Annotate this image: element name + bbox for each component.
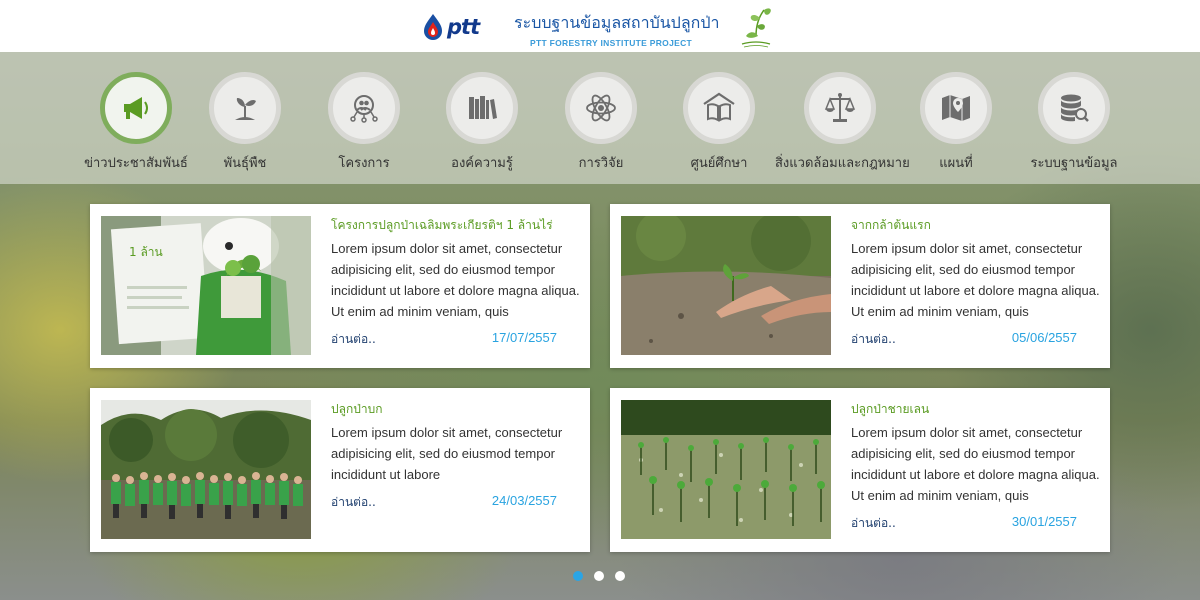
nav-item-plants[interactable]: พันธุ์พืช — [180, 72, 310, 173]
news-card: 1 ล้าน โครงการปลูกป่าเฉลิมพระเกียรติฯ 1 … — [90, 204, 590, 368]
nav-label: ศูนย์ศึกษา — [690, 156, 748, 171]
book-house-icon — [703, 92, 735, 122]
read-more-link[interactable]: อ่านต่อ.. — [851, 514, 896, 533]
main-nav: ข่าวประชาสัมพันธ์ พันธุ์พืช โครงการ องค์… — [0, 52, 1200, 184]
ptt-brand-text: ptt — [447, 15, 480, 39]
news-footer: อ่านต่อ.. 05/06/2557 — [851, 330, 1077, 349]
atom-icon — [586, 94, 616, 122]
nav-circle — [446, 72, 518, 144]
news-card-body: ปลูกป่าบก Lorem ipsum dolor sit amet, co… — [331, 400, 581, 512]
nav-label: องค์ความรู้ — [451, 156, 513, 171]
nav-item-database[interactable]: ระบบฐานข้อมูล — [1009, 72, 1139, 173]
nav-item-knowledge[interactable]: องค์ความรู้ — [417, 72, 547, 173]
news-thumbnail[interactable] — [621, 400, 831, 539]
books-icon — [469, 96, 497, 119]
nav-circle — [209, 72, 281, 144]
megaphone-icon — [124, 97, 148, 119]
news-excerpt: Lorem ipsum dolor sit amet, consectetur … — [331, 425, 563, 482]
nav-circle — [920, 72, 992, 144]
read-more-link[interactable]: อ่านต่อ.. — [331, 493, 376, 512]
nav-circle — [328, 72, 400, 144]
nav-item-map[interactable]: แผนที่ — [891, 72, 1021, 173]
news-title[interactable]: ปลูกป่าบก — [331, 400, 581, 419]
news-thumbnail[interactable] — [621, 216, 831, 355]
news-footer: อ่านต่อ.. 24/03/2557 — [331, 493, 557, 512]
nav-circle — [565, 72, 637, 144]
news-footer: อ่านต่อ.. 17/07/2557 — [331, 330, 557, 349]
news-date: 24/03/2557 — [491, 493, 557, 508]
news-photo-group-forest — [101, 400, 311, 539]
site-subtitle: PTT FORESTRY INSTITUTE PROJECT — [530, 38, 693, 48]
nav-item-research[interactable]: การวิจัย — [536, 72, 666, 173]
read-more-link[interactable]: อ่านต่อ.. — [851, 330, 896, 349]
news-card-body: จากกล้าต้นแรก Lorem ipsum dolor sit amet… — [851, 216, 1101, 349]
nav-item-environment-law[interactable]: สิ่งแวดล้อมและกฎหมาย — [775, 72, 910, 173]
page-dot-1[interactable] — [573, 571, 583, 581]
site-header: ptt ระบบฐานข้อมูลสถาบันปลูกป่า PTT FORES… — [0, 0, 1200, 52]
nav-circle — [1038, 72, 1110, 144]
nav-circle — [100, 72, 172, 144]
news-title[interactable]: ปลูกป่าชายเลน — [851, 400, 1101, 419]
news-title[interactable]: จากกล้าต้นแรก — [851, 216, 1101, 235]
sprout-icon — [235, 98, 256, 120]
nav-label: ระบบฐานข้อมูล — [1030, 156, 1118, 171]
forestry-institute-logo-icon — [741, 8, 771, 48]
news-card: จากกล้าต้นแรก Lorem ipsum dolor sit amet… — [610, 204, 1110, 368]
news-card: ปลูกป่าบก Lorem ipsum dolor sit amet, co… — [90, 388, 590, 552]
news-date: 30/01/2557 — [1011, 514, 1077, 529]
svg-text:1 ล้าน: 1 ล้าน — [129, 245, 163, 259]
news-photo-mascot: 1 ล้าน — [101, 216, 311, 355]
news-card: ปลูกป่าชายเลน Lorem ipsum dolor sit amet… — [610, 388, 1110, 552]
news-excerpt: Lorem ipsum dolor sit amet, consectetur … — [851, 241, 1100, 319]
news-thumbnail[interactable]: 1 ล้าน — [101, 216, 311, 355]
site-title: ระบบฐานข้อมูลสถาบันปลูกป่า — [514, 13, 720, 32]
read-more-link[interactable]: อ่านต่อ.. — [331, 330, 376, 349]
news-date: 17/07/2557 — [491, 330, 557, 345]
news-photo-seedling — [621, 216, 831, 355]
nav-item-projects[interactable]: โครงการ — [299, 72, 429, 173]
nav-label: การวิจัย — [578, 156, 624, 171]
ptt-flame-icon — [424, 14, 442, 40]
scales-icon — [824, 93, 856, 122]
nav-circle — [804, 72, 876, 144]
nav-circle — [683, 72, 755, 144]
news-card-body: ปลูกป่าชายเลน Lorem ipsum dolor sit amet… — [851, 400, 1101, 533]
page-dot-3[interactable] — [615, 571, 625, 581]
news-date: 05/06/2557 — [1011, 330, 1077, 345]
news-photo-mangrove — [621, 400, 831, 539]
map-pin-icon — [942, 95, 970, 121]
ptt-logo[interactable]: ptt — [422, 12, 492, 42]
nav-label: สิ่งแวดล้อมและกฎหมาย — [775, 156, 910, 171]
nav-label: แผนที่ — [939, 156, 973, 171]
pagination-dots — [573, 571, 625, 581]
news-title[interactable]: โครงการปลูกป่าเฉลิมพระเกียรติฯ 1 ล้านไร่ — [331, 216, 581, 235]
nav-label: พันธุ์พืช — [223, 156, 267, 171]
page-dot-2[interactable] — [594, 571, 604, 581]
nav-label: โครงการ — [338, 156, 390, 171]
news-footer: อ่านต่อ.. 30/01/2557 — [851, 514, 1077, 533]
nav-item-study-center[interactable]: ศูนย์ศึกษา — [654, 72, 784, 173]
news-thumbnail[interactable] — [101, 400, 311, 539]
news-excerpt: Lorem ipsum dolor sit amet, consectetur … — [851, 425, 1100, 503]
news-card-body: โครงการปลูกป่าเฉลิมพระเกียรติฯ 1 ล้านไร่… — [331, 216, 581, 349]
people-network-icon — [350, 95, 378, 123]
database-search-icon — [1061, 94, 1089, 122]
news-excerpt: Lorem ipsum dolor sit amet, consectetur … — [331, 241, 580, 319]
